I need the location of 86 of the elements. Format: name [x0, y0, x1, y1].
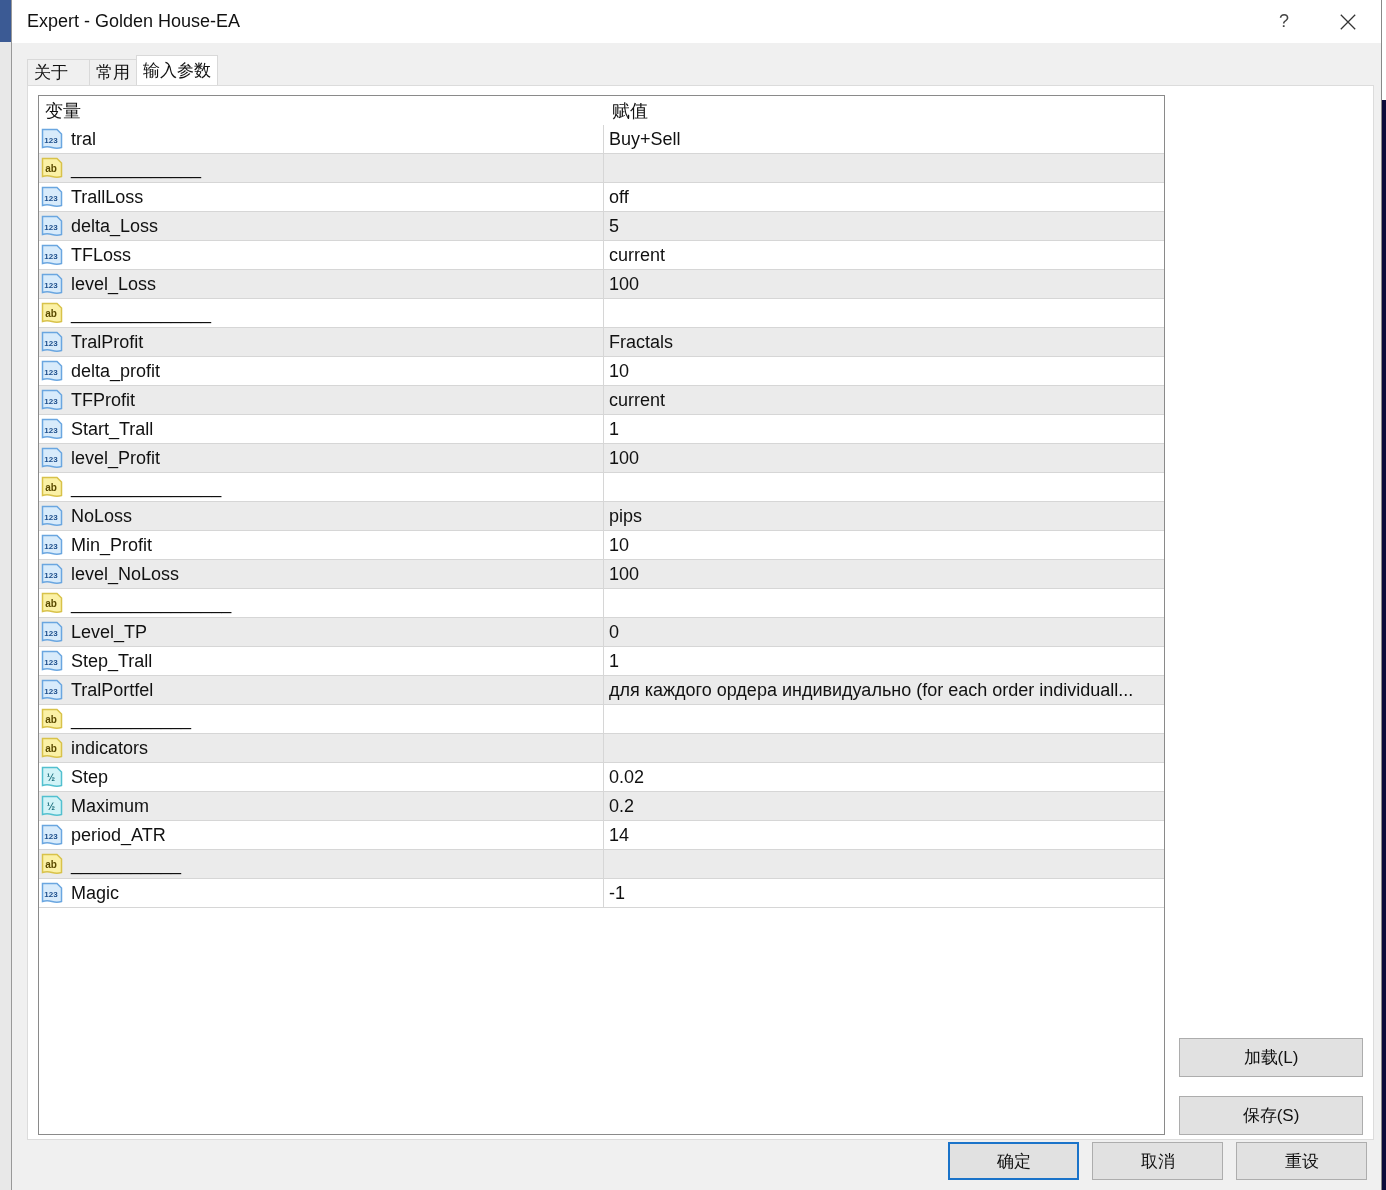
variable-name: Magic: [71, 882, 119, 904]
text-type-icon: ab: [41, 708, 63, 730]
tab[interactable]: 关于: [27, 59, 90, 85]
text-type-icon: ab: [41, 157, 63, 179]
variable-name: _______________: [71, 476, 222, 498]
side-button[interactable]: 加载(L): [1179, 1038, 1363, 1077]
text-type-icon: ab: [41, 302, 63, 324]
window-title: Expert - Golden House-EA: [27, 11, 242, 32]
side-button[interactable]: 保存(S): [1179, 1096, 1363, 1135]
dialog-button[interactable]: 重设: [1236, 1142, 1367, 1180]
variable-name: Start_Trall: [71, 418, 154, 440]
number-type-icon: 123: [41, 650, 63, 672]
variable-name: Min_Profit: [71, 534, 152, 556]
number-type-icon: ½: [41, 795, 63, 817]
value-text: для каждого ордера индивидуально (for each order individuall...: [609, 679, 1134, 701]
variable-name: ___________: [71, 853, 182, 875]
variable-name: _____________: [71, 157, 202, 179]
variable-name: TrallLoss: [71, 186, 144, 208]
value-text: 5: [609, 215, 619, 237]
variable-name: TralPortfel: [71, 679, 154, 701]
value-text: pips: [609, 505, 642, 527]
number-type-icon: 123: [41, 882, 63, 904]
number-type-icon: 123: [41, 360, 63, 382]
number-type-icon: 123: [41, 186, 63, 208]
number-type-icon: 123: [41, 505, 63, 527]
variable-name: level_NoLoss: [71, 563, 180, 585]
number-type-icon: 123: [41, 824, 63, 846]
variable-name: ____________: [71, 708, 192, 730]
variable-name: level_Loss: [71, 273, 157, 295]
value-text: 1: [609, 650, 619, 672]
number-type-icon: 123: [41, 128, 63, 150]
number-type-icon: 123: [41, 447, 63, 469]
value-text: current: [609, 389, 665, 411]
number-type-icon: ½: [41, 766, 63, 788]
number-type-icon: 123: [41, 563, 63, 585]
value-text: 0.2: [609, 795, 634, 817]
number-type-icon: 123: [41, 679, 63, 701]
number-type-icon: 123: [41, 418, 63, 440]
variable-name: indicators: [71, 737, 149, 759]
number-type-icon: 123: [41, 621, 63, 643]
value-text: 1: [609, 418, 619, 440]
close-icon[interactable]: [1339, 12, 1357, 31]
value-text: 100: [609, 563, 640, 585]
dialog-button[interactable]: 确定: [948, 1142, 1079, 1180]
variable-name: TFLoss: [71, 244, 131, 266]
value-text: 100: [609, 447, 640, 469]
value-text: 0.02: [609, 766, 645, 788]
column-header[interactable]: 变量: [39, 96, 607, 125]
number-type-icon: 123: [41, 244, 63, 266]
variable-name: TralProfit: [71, 331, 144, 353]
number-type-icon: 123: [41, 331, 63, 353]
variable-name: TFProfit: [71, 389, 135, 411]
value-text: Fractals: [609, 331, 673, 353]
dialog-button[interactable]: 取消: [1092, 1142, 1223, 1180]
variable-name: tral: [71, 128, 96, 150]
value-text: 10: [609, 360, 629, 382]
text-type-icon: ab: [41, 853, 63, 875]
variable-name: Step_Trall: [71, 650, 153, 672]
tab[interactable]: 输入参数: [136, 55, 218, 85]
variable-name: Level_TP: [71, 621, 148, 643]
variable-name: level_Profit: [71, 447, 161, 469]
value-text: 14: [609, 824, 629, 846]
variable-name: NoLoss: [71, 505, 132, 527]
number-type-icon: 123: [41, 389, 63, 411]
variable-name: Maximum: [71, 795, 149, 817]
value-text: off: [609, 186, 629, 208]
help-button[interactable]: ?: [1275, 11, 1293, 32]
number-type-icon: 123: [41, 215, 63, 237]
variable-name: period_ATR: [71, 824, 166, 846]
number-type-icon: 123: [41, 273, 63, 295]
number-type-icon: 123: [41, 534, 63, 556]
text-type-icon: ab: [41, 476, 63, 498]
variable-name: ______________: [71, 302, 212, 324]
value-text: 10: [609, 534, 629, 556]
value-text: current: [609, 244, 665, 266]
text-type-icon: ab: [41, 592, 63, 614]
variable-name: delta_profit: [71, 360, 161, 382]
text-type-icon: ab: [41, 737, 63, 759]
value-text: -1: [609, 882, 625, 904]
variable-name: Step: [71, 766, 108, 788]
variable-name: ________________: [71, 592, 232, 614]
value-text: 100: [609, 273, 640, 295]
column-header[interactable]: 赋值: [607, 96, 1164, 125]
variable-name: delta_Loss: [71, 215, 159, 237]
value-text: Buy+Sell: [609, 128, 681, 150]
value-text: 0: [609, 621, 619, 643]
